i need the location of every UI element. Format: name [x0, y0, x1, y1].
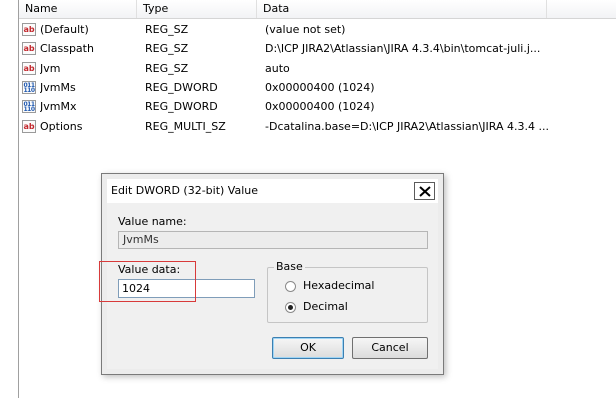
- value-type: REG_MULTI_SZ: [145, 120, 226, 133]
- value-type: REG_DWORD: [145, 100, 218, 113]
- edit-dword-dialog: Edit DWORD (32-bit) Value Value name: Jv…: [99, 173, 444, 375]
- value-name: Classpath: [40, 42, 94, 55]
- string-value-icon: ab: [22, 120, 36, 133]
- value-name: JvmMs: [40, 81, 76, 94]
- value-type: REG_DWORD: [145, 81, 218, 94]
- radio-decimal-label[interactable]: Decimal: [303, 300, 348, 313]
- value-data: auto: [265, 62, 290, 75]
- list-item[interactable]: ab Options REG_MULTI_SZ -Dcatalina.base=…: [19, 117, 616, 136]
- close-icon: [419, 186, 431, 197]
- column-header-name[interactable]: Name: [19, 0, 137, 18]
- radio-hexadecimal[interactable]: [285, 281, 296, 292]
- column-header-type[interactable]: Type: [137, 0, 257, 18]
- value-name-field: JvmMs: [118, 231, 428, 249]
- value-name-label: Value name:: [118, 215, 187, 228]
- radio-decimal[interactable]: [285, 302, 296, 313]
- value-type: REG_SZ: [145, 62, 189, 75]
- base-groupbox: [267, 267, 428, 323]
- list-item[interactable]: 011 110 JvmMs REG_DWORD 0x00000400 (1024…: [19, 78, 616, 97]
- string-value-icon: ab: [22, 23, 36, 36]
- string-value-icon: ab: [22, 42, 36, 55]
- value-data: (value not set): [265, 23, 346, 36]
- value-name: JvmMx: [40, 100, 77, 113]
- value-data: 0x00000400 (1024): [265, 81, 375, 94]
- list-item[interactable]: ab Jvm REG_SZ auto: [19, 59, 616, 78]
- annotation-highlight: [99, 261, 196, 302]
- dword-value-icon: 011 110: [22, 100, 36, 113]
- list-item[interactable]: 011 110 JvmMx REG_DWORD 0x00000400 (1024…: [19, 97, 616, 116]
- radio-hexadecimal-label[interactable]: Hexadecimal: [303, 279, 374, 292]
- value-name: Jvm: [40, 62, 61, 75]
- list-item[interactable]: ab (Default) REG_SZ (value not set): [19, 20, 616, 39]
- value-name: (Default): [40, 23, 89, 36]
- cancel-button[interactable]: Cancel: [352, 337, 428, 359]
- value-data: D:\ICP JIRA2\Atlassian\JIRA 4.3.4\bin\to…: [265, 42, 541, 55]
- tree-pane[interactable]: [0, 0, 19, 398]
- value-type: REG_SZ: [145, 42, 189, 55]
- close-button[interactable]: [414, 182, 435, 200]
- dialog-title: Edit DWORD (32-bit) Value: [111, 184, 259, 197]
- registry-editor: Name Type Data ab (Default) REG_SZ (valu…: [0, 0, 616, 398]
- list-header: Name Type Data: [19, 0, 616, 19]
- value-data: -Dcatalina.base=D:\ICP JIRA2\Atlassian\J…: [265, 120, 549, 133]
- value-data: 0x00000400 (1024): [265, 100, 375, 113]
- list-item[interactable]: ab Classpath REG_SZ D:\ICP JIRA2\Atlassi…: [19, 39, 616, 58]
- dialog-titlebar[interactable]: Edit DWORD (32-bit) Value: [107, 179, 438, 203]
- dialog-body: Value name: JvmMs Value data: 1024 Base …: [99, 203, 438, 369]
- dword-value-icon: 011 110: [22, 81, 36, 94]
- base-group-label: Base: [274, 260, 305, 273]
- ok-button[interactable]: OK: [272, 337, 344, 359]
- column-header-data[interactable]: Data: [257, 0, 547, 18]
- value-name: Options: [40, 120, 83, 133]
- value-type: REG_SZ: [145, 23, 189, 36]
- string-value-icon: ab: [22, 62, 36, 75]
